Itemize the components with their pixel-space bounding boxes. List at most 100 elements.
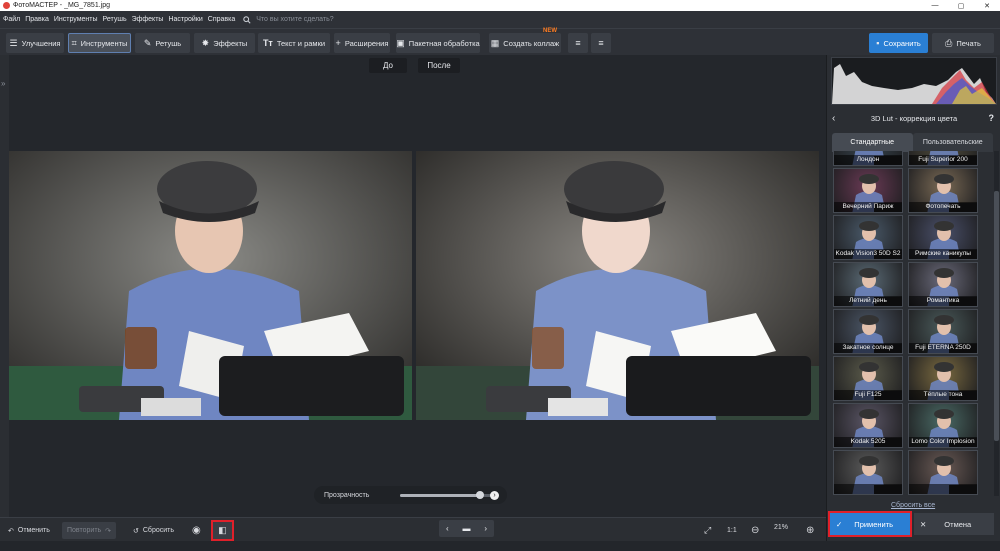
tab-label: Инструменты [80,38,128,48]
apply-button[interactable]: ✓ Применить [828,511,912,537]
next-image-icon[interactable]: › [484,524,487,533]
ratio-label: 1:1 [727,527,737,534]
redo-button[interactable]: Повторить ↷ [62,522,117,539]
after-label[interactable]: После [418,58,460,73]
tab-custom[interactable]: Пользовательские [912,133,993,152]
redo-icon: ↷ [105,527,112,535]
lut-thumbnail[interactable] [908,450,978,495]
help-icon[interactable]: ? [989,113,995,123]
expand-icon: » [1,79,6,88]
undo-icon: ↶ [8,527,14,535]
menu-help[interactable]: Справка [205,16,237,23]
undo-button[interactable]: ↶ Отменить [8,522,50,539]
batch-processing-button[interactable]: ▣ Пакетная обработка [396,33,480,53]
zoom-in-button[interactable]: ⊕ [806,522,814,539]
left-panel-toggle[interactable]: » [0,55,9,517]
zoom-level: 21% [774,524,789,531]
reset-all-link[interactable]: Сбросить все [891,502,935,509]
photo-before [9,151,412,420]
tab-text-frames[interactable]: Tт Текст и рамки [258,33,330,53]
save-label: Сохранить [883,38,921,48]
batch-icon: ▣ [396,37,405,48]
menu-settings[interactable]: Настройки [165,16,204,23]
brush-icon: ✎ [143,37,152,48]
title-bar: ФотоМАСТЕР - _MG_7851.jpg — ▢ ✕ [0,0,1000,11]
split-view-icon: ◧ [218,525,227,535]
lut-thumbnail[interactable]: Kodak 5205 [833,403,903,448]
lut-thumbnail[interactable]: Kodak Vision3 50D S2 [833,215,903,260]
histogram [831,57,997,105]
actual-size-button[interactable]: 1:1 [727,522,737,539]
lut-thumbnail[interactable]: Фотопечать [908,168,978,213]
tab-effects[interactable]: ✸ Эффекты [194,33,255,53]
lut-thumbnail[interactable]: Закатное солнце [833,309,903,354]
transparency-handle[interactable] [475,491,484,499]
reset-button[interactable]: ↺ Сбросить [133,522,174,539]
search-input[interactable]: Что вы хотите сделать? [256,16,333,23]
close-button[interactable]: ✕ [974,2,1000,10]
arrow-right-icon[interactable]: › [490,491,499,500]
menu-file[interactable]: Файл [0,16,22,23]
lut-thumbnail[interactable] [833,450,903,495]
menu-tools[interactable]: Инструменты [51,16,100,23]
search-icon [243,15,251,24]
lut-thumbnail[interactable]: Fuji F125 [833,356,903,401]
panel-header: ‹ 3D Lut - коррекция цвета ? [827,109,1000,127]
maximize-button[interactable]: ▢ [948,2,974,10]
cancel-button[interactable]: ✕ Отмена [914,513,994,535]
create-collage-button[interactable]: ▦ Создать коллаж NEW [489,28,561,53]
menu-effects[interactable]: Эффекты [129,16,166,23]
before-label[interactable]: До [369,58,407,73]
lut-name: Тёплые тона [909,390,977,400]
tab-label: Улучшения [21,38,61,48]
sliders-icon: ☰ [9,37,18,48]
tab-tools[interactable]: ⌗ Инструменты [68,33,131,53]
lut-name: Закатное солнце [834,343,902,353]
photo-after [416,151,819,420]
tab-label: Текст и рамки [276,38,326,48]
tab-standard[interactable]: Стандартные [832,133,913,152]
minimize-button[interactable]: — [922,2,948,10]
folder-icon[interactable]: ▬ [462,524,470,533]
lut-thumbnail[interactable]: Lomo Color Implosion [908,403,978,448]
lut-name: Римские каникулы [909,249,977,259]
save-button[interactable]: ▪ Сохранить [869,33,928,53]
tab-label: Ретушь [155,38,182,48]
cancel-label: Отмена [944,519,972,529]
list-settings-button[interactable]: ≡ [591,33,611,53]
lut-scrollbar[interactable] [994,151,999,496]
menu-retouch[interactable]: Ретушь [100,16,129,23]
print-label: Печать [956,38,981,48]
printer-icon: ⎙ [945,37,953,48]
scrollbar-thumb[interactable] [994,191,999,441]
lut-thumbnail[interactable]: Тёплые тона [908,356,978,401]
tab-retouch[interactable]: ✎ Ретушь [135,33,190,53]
list-add-button[interactable]: ≡ [568,33,588,53]
menu-search[interactable]: Что вы хотите сделать? [243,15,334,24]
compare-view-button[interactable]: ◧ [211,520,234,541]
lut-thumbnail[interactable]: Fuji Superior 200 [908,151,978,166]
window-title: ФотоМАСТЕР - _MG_7851.jpg [13,2,111,9]
fit-screen-button[interactable]: ⤢ [704,522,711,539]
lut-thumbnail[interactable]: Fuji ETERNA 250D [908,309,978,354]
print-button[interactable]: ⎙ Печать [932,33,994,53]
lut-thumbnail[interactable]: Вечерний Париж [833,168,903,213]
lut-thumbnail[interactable]: Лондон [833,151,903,166]
tab-label: Эффекты [213,38,248,48]
plus-icon: + [335,38,341,48]
preview-toggle[interactable]: ◉ [192,522,201,539]
transparency-slider[interactable] [400,491,494,499]
prev-image-icon[interactable]: ‹ [446,524,449,533]
lut-thumbnail[interactable]: Летний день [833,262,903,307]
lut-thumbnail[interactable]: Романтика [908,262,978,307]
lut-name [909,484,977,494]
zoom-out-button[interactable]: ⊖ [751,522,759,539]
redo-label: Повторить [67,527,102,534]
lut-name: Kodak Vision3 50D S2 [834,249,902,259]
menu-edit[interactable]: Правка [22,16,51,23]
magic-wand-icon: ✸ [201,37,210,48]
lut-thumbnail[interactable]: Римские каникулы [908,215,978,260]
tab-extensions[interactable]: + Расширения [334,33,390,53]
batch-label: Пакетная обработка [408,38,480,48]
tab-enhancements[interactable]: ☰ Улучшения [6,33,64,53]
